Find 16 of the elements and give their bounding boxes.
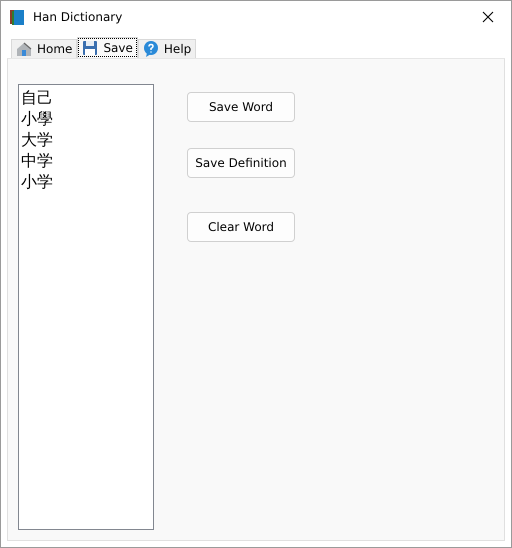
tab[interactable]: Save [77,37,138,58]
action-button[interactable]: Clear Word [187,212,295,242]
list-item[interactable]: 小学 [21,171,151,192]
list-item[interactable]: 自己 [21,87,151,108]
close-icon [482,11,494,23]
action-button[interactable]: Save Word [187,92,295,122]
word-list[interactable]: 自己 小學 大学 中学 小学 [18,84,154,530]
house-icon [16,41,32,57]
list-item[interactable]: 小學 [21,108,151,129]
tab[interactable]: Home [11,39,78,58]
tab[interactable]: Help [138,39,196,58]
book-icon [9,9,25,25]
action-button[interactable]: Save Definition [187,148,295,178]
list-item[interactable]: 中学 [21,150,151,171]
window-title: Han Dictionary [33,9,122,26]
list-item[interactable]: 大学 [21,129,151,150]
